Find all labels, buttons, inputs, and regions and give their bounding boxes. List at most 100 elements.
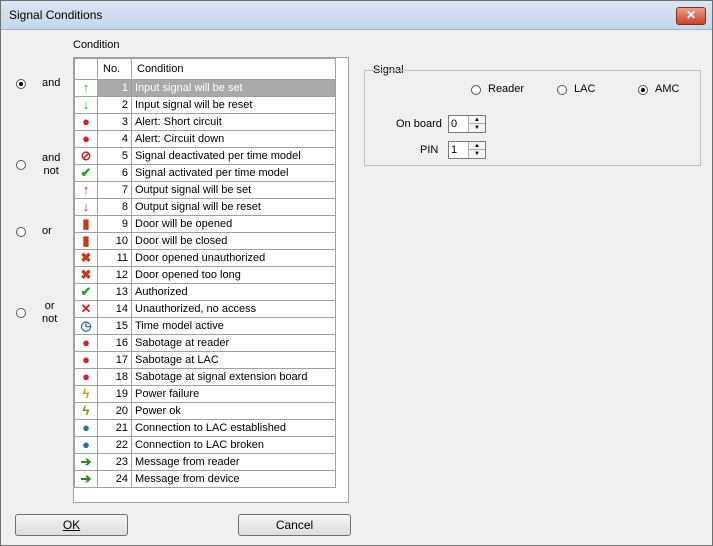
spin-down-icon[interactable]: ▼ xyxy=(469,124,485,132)
ok-button-label: OK xyxy=(62,518,81,532)
row-icon-cell: ⊘ xyxy=(74,147,98,165)
radio-lac-circle[interactable] xyxy=(557,85,567,95)
row-number: 14 xyxy=(97,300,132,318)
row-condition-text: Unauthorized, no access xyxy=(131,300,336,318)
radio-amc-circle[interactable] xyxy=(638,85,648,95)
row-icon-cell: ➔ xyxy=(74,470,98,488)
row-number: 1 xyxy=(97,79,132,97)
table-row[interactable]: ● 16 Sabotage at reader xyxy=(74,334,336,352)
row-icon-cell: ● xyxy=(74,419,98,437)
pin-spinner[interactable]: 1 ▲ ▼ xyxy=(448,141,486,159)
table-row[interactable]: ● 17 Sabotage at LAC xyxy=(74,351,336,369)
radio-and-not[interactable]: and not xyxy=(16,152,60,178)
row-icon-cell: ϟ xyxy=(74,402,98,420)
row-number: 16 xyxy=(97,334,132,352)
table-row[interactable]: ϟ 20 Power ok xyxy=(74,402,336,420)
table-row[interactable]: ✕ 14 Unauthorized, no access xyxy=(74,300,336,318)
radio-and[interactable]: and xyxy=(16,77,60,90)
radio-reader[interactable]: Reader xyxy=(471,83,524,96)
condition-table: No. Condition ↑ 1 Input signal will be set… xyxy=(73,57,349,503)
radio-and-circle[interactable] xyxy=(16,79,26,89)
row-icon-cell: ▮ xyxy=(74,215,98,233)
row-number: 6 xyxy=(97,164,132,182)
row-icon-cell: ● xyxy=(74,436,98,454)
row-icon-cell: ➔ xyxy=(74,453,98,471)
cancel-button[interactable]: Cancel xyxy=(238,514,351,536)
row-number: 20 xyxy=(97,402,132,420)
row-icon-cell: ↓ xyxy=(74,198,98,216)
radio-or-not-circle[interactable] xyxy=(16,308,26,318)
row-number: 15 xyxy=(97,317,132,335)
ok-button[interactable]: OK xyxy=(15,514,128,536)
red-down-arrow-icon: ↓ xyxy=(82,199,90,214)
header-no-column[interactable]: No. xyxy=(97,58,132,80)
table-row[interactable]: ✖ 11 Door opened unauthorized xyxy=(74,249,336,267)
table-row[interactable]: ✔ 6 Signal activated per time model xyxy=(74,164,336,182)
radio-or[interactable]: or xyxy=(16,225,52,238)
radio-lac[interactable]: LAC xyxy=(557,83,595,96)
row-icon-cell: ↓ xyxy=(74,96,98,114)
table-row[interactable]: ● 22 Connection to LAC broken xyxy=(74,436,336,454)
pin-spin-buttons[interactable]: ▲ ▼ xyxy=(468,142,485,158)
table-row[interactable]: ● 18 Sabotage at signal extension board xyxy=(74,368,336,386)
radio-label-line: not xyxy=(43,165,59,177)
radio-lac-label: LAC xyxy=(574,83,596,95)
row-icon-cell: ✔ xyxy=(74,164,98,182)
onboard-spin-buttons[interactable]: ▲ ▼ xyxy=(468,116,485,132)
row-number: 24 xyxy=(97,470,132,488)
row-condition-text: Output signal will be set xyxy=(131,181,336,199)
row-condition-text: Sabotage at signal extension board xyxy=(131,368,336,386)
radio-or-circle[interactable] xyxy=(16,227,26,237)
row-condition-text: Output signal will be reset xyxy=(131,198,336,216)
radio-amc-label: AMC xyxy=(655,83,680,95)
radio-amc[interactable]: AMC xyxy=(638,83,679,96)
table-row[interactable]: ↓ 2 Input signal will be reset xyxy=(74,96,336,114)
row-icon-cell: ● xyxy=(74,334,98,352)
green-check-circle-icon: ✔ xyxy=(80,165,92,180)
table-row[interactable]: ⊘ 5 Signal deactivated per time model xyxy=(74,147,336,165)
radio-or-not[interactable]: or not xyxy=(16,300,57,326)
door-open-icon: ▮ xyxy=(82,216,90,231)
table-row[interactable]: ↓ 8 Output signal will be reset xyxy=(74,198,336,216)
row-condition-text: Door opened unauthorized xyxy=(131,249,336,267)
table-row[interactable]: ↑ 7 Output signal will be set xyxy=(74,181,336,199)
table-row[interactable]: ● 4 Alert: Circuit down xyxy=(74,130,336,148)
radio-reader-circle[interactable] xyxy=(471,85,481,95)
close-button[interactable]: ✕ xyxy=(676,7,706,25)
table-row[interactable]: ➔ 24 Message from device xyxy=(74,470,336,488)
pin-value[interactable]: 1 xyxy=(451,144,457,156)
green-up-arrow-icon: ↑ xyxy=(82,80,90,95)
row-icon-cell: ◷ xyxy=(74,317,98,335)
table-row[interactable]: ↑ 1 Input signal will be set xyxy=(74,79,336,97)
table-row[interactable]: ● 21 Connection to LAC established xyxy=(74,419,336,437)
red-up-arrow-icon: ↑ xyxy=(82,182,90,197)
table-row[interactable]: ➔ 23 Message from reader xyxy=(74,453,336,471)
green-checkmark-icon: ✔ xyxy=(80,284,92,299)
table-row[interactable]: ◷ 15 Time model active xyxy=(74,317,336,335)
table-row[interactable]: ● 3 Alert: Short circuit xyxy=(74,113,336,131)
row-number: 19 xyxy=(97,385,132,403)
header-condition-column[interactable]: Condition xyxy=(131,58,336,80)
radio-label-line: and xyxy=(42,77,61,89)
table-row[interactable]: ▮ 9 Door will be opened xyxy=(74,215,336,233)
table-row[interactable]: ▮ 10 Door will be closed xyxy=(74,232,336,250)
pin-label: PIN xyxy=(420,144,439,156)
row-icon-cell: ↑ xyxy=(74,79,98,97)
table-row[interactable]: ✔ 13 Authorized xyxy=(74,283,336,301)
onboard-spinner[interactable]: 0 ▲ ▼ xyxy=(448,115,486,133)
radio-and-label: and xyxy=(42,77,60,90)
table-row[interactable]: ϟ 19 Power failure xyxy=(74,385,336,403)
radio-and-not-circle[interactable] xyxy=(16,160,26,170)
radio-label-line: or xyxy=(44,300,55,312)
spin-down-icon[interactable]: ▼ xyxy=(469,150,485,158)
spin-up-icon[interactable]: ▲ xyxy=(469,116,485,124)
title-bar[interactable]: Signal Conditions ✕ xyxy=(1,1,712,30)
row-number: 12 xyxy=(97,266,132,284)
table-row[interactable]: ✖ 12 Door opened too long xyxy=(74,266,336,284)
row-number: 23 xyxy=(97,453,132,471)
spin-up-icon[interactable]: ▲ xyxy=(469,142,485,150)
onboard-value[interactable]: 0 xyxy=(451,118,457,130)
row-condition-text: Door will be opened xyxy=(131,215,336,233)
power-ok-icon: ϟ xyxy=(82,403,90,418)
row-condition-text: Door opened too long xyxy=(131,266,336,284)
